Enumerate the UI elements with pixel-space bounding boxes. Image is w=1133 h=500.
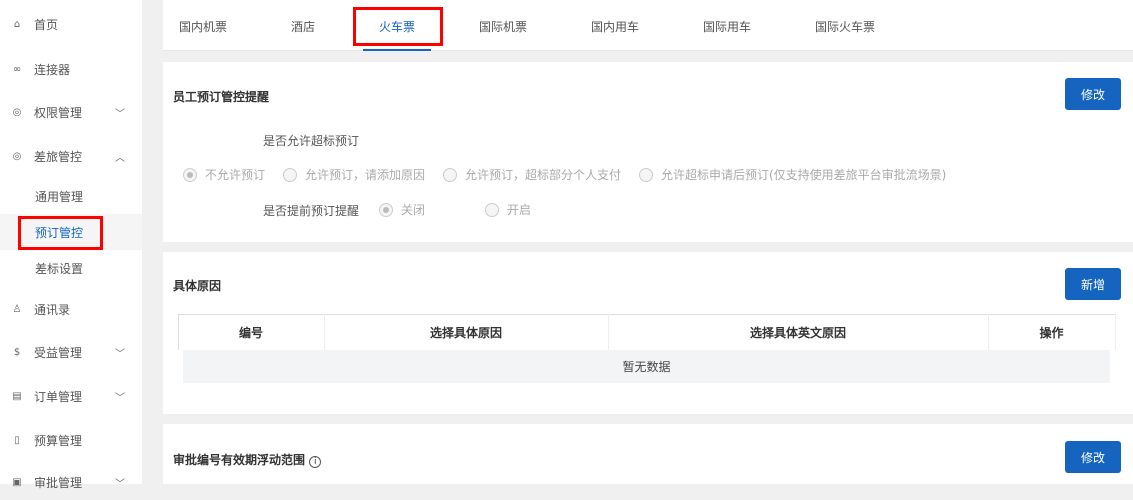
link-icon: ∞ [12, 63, 22, 75]
order-icon: ▤ [12, 390, 22, 402]
gear-icon: ◎ [12, 150, 22, 162]
sidebar-item-standards[interactable]: 差标设置 [0, 250, 142, 286]
radio-dot [485, 202, 499, 217]
label: 订单管理 [34, 389, 83, 404]
radio-dot [183, 167, 197, 182]
contacts-icon: ♙ [12, 303, 22, 315]
radio-dot [379, 202, 393, 217]
sidebar-item-orders[interactable]: ▤ 订单管理 ﹀ [0, 378, 142, 414]
label: 连接器 [34, 62, 71, 77]
coin-icon: $ [13, 346, 21, 358]
radio-not-allowed[interactable]: 不允许预订 [183, 166, 265, 183]
card-title: 审批编号有效期浮动范围 i [173, 451, 322, 468]
label: 首页 [34, 17, 59, 32]
label: 允许超标申请后预订(仅支持使用差旅平台审批流场景) [661, 168, 947, 182]
allow-over-standard-label: 是否允许超标预订 [263, 134, 360, 148]
info-icon[interactable]: i [309, 456, 322, 468]
tab-domestic-car[interactable]: 国内用车 [591, 0, 639, 51]
tab-intl-car[interactable]: 国际用车 [703, 0, 751, 51]
highlight-box [18, 216, 103, 250]
home-icon: ⌂ [13, 18, 21, 30]
reasons-card: 具体原因 新增 编号 选择具体原因 选择具体英文原因 操作 暂无数据 [163, 252, 1133, 414]
document-icon: ▯ [14, 434, 20, 446]
label: 不允许预订 [205, 168, 266, 182]
label: 开启 [507, 203, 532, 217]
edit-button[interactable]: 修改 [1065, 78, 1121, 110]
label: 通用管理 [35, 189, 84, 204]
radio-dot [283, 167, 297, 182]
sidebar-item-general[interactable]: 通用管理 [0, 178, 142, 214]
label: 通讯录 [34, 302, 71, 317]
label: 受益管理 [34, 345, 83, 360]
title-text: 审批编号有效期浮动范围 [173, 453, 306, 467]
label: 审批管理 [34, 475, 83, 490]
approval-card: 审批编号有效期浮动范围 i 修改 [163, 424, 1133, 484]
highlight-box [353, 7, 443, 46]
label: 差标设置 [35, 261, 84, 276]
radio-reminder-off[interactable]: 关闭 [379, 201, 425, 218]
label: 关闭 [401, 203, 426, 217]
table-header: 编号 选择具体原因 选择具体英文原因 操作 [178, 314, 1116, 350]
sidebar-item-home[interactable]: ⌂ 首页 [0, 6, 142, 42]
label: 权限管理 [34, 105, 83, 120]
sidebar-item-budget[interactable]: ▯ 预算管理 [0, 422, 142, 458]
sidebar-item-permissions[interactable]: ◎ 权限管理 ﹀ [0, 94, 142, 130]
tab-intl-train[interactable]: 国际火车票 [815, 0, 875, 51]
chevron-up-icon: ︿ [115, 152, 125, 164]
tab-bar: 国内机票 酒店 火车票 国际机票 国内用车 国际用车 国际火车票 [163, 0, 1133, 51]
label: 差旅管控 [34, 149, 83, 164]
chevron-down-icon: ﹀ [115, 108, 125, 120]
card-title: 员工预订管控提醒 [173, 90, 270, 104]
label: 预算管理 [34, 433, 83, 448]
advance-reminder-label: 是否提前预订提醒 [263, 204, 360, 218]
sidebar-item-contacts[interactable]: ♙ 通讯录 [0, 291, 142, 327]
tab-domestic-flight[interactable]: 国内机票 [179, 0, 227, 51]
booking-control-card: 员工预订管控提醒 修改 是否允许超标预订 不允许预订 允许预订，请添加原因 允许… [163, 62, 1133, 242]
sidebar-item-approval[interactable]: ▣ 审批管理 ﹀ [0, 464, 142, 500]
column-header: 编号 [178, 314, 325, 350]
card-title: 具体原因 [173, 279, 222, 293]
tab-intl-flight[interactable]: 国际机票 [479, 0, 527, 51]
sidebar-item-beneficiary[interactable]: $ 受益管理 ﹀ [0, 334, 142, 370]
empty-state: 暂无数据 [173, 349, 1120, 393]
edit-button[interactable]: 修改 [1065, 441, 1121, 473]
radio-dot [443, 167, 457, 182]
chevron-down-icon: ﹀ [115, 392, 125, 404]
chevron-down-icon: ﹀ [115, 478, 125, 490]
tab-hotel[interactable]: 酒店 [291, 0, 315, 51]
gear-icon: ◎ [12, 106, 22, 118]
column-header: 选择具体原因 [324, 314, 609, 350]
radio-allow-after-approval[interactable]: 允许超标申请后预订(仅支持使用差旅平台审批流场景) [639, 166, 946, 183]
column-header: 选择具体英文原因 [608, 314, 989, 350]
sidebar-item-connector[interactable]: ∞ 连接器 [0, 51, 142, 87]
radio-allow-personal-pay[interactable]: 允许预订，超标部分个人支付 [443, 166, 621, 183]
approval-icon: ▣ [12, 476, 22, 488]
column-header: 操作 [988, 314, 1116, 350]
reasons-table: 编号 选择具体原因 选择具体英文原因 操作 暂无数据 [173, 314, 1120, 393]
add-button[interactable]: 新增 [1065, 268, 1121, 300]
label: 允许预订，请添加原因 [305, 168, 426, 182]
radio-dot [639, 167, 653, 182]
radio-reminder-on[interactable]: 开启 [485, 201, 531, 218]
sidebar-item-travel-control[interactable]: ◎ 差旅管控 ︿ [0, 138, 142, 174]
radio-allow-with-reason[interactable]: 允许预订，请添加原因 [283, 166, 425, 183]
label: 允许预订，超标部分个人支付 [465, 168, 622, 182]
chevron-down-icon: ﹀ [115, 348, 125, 360]
